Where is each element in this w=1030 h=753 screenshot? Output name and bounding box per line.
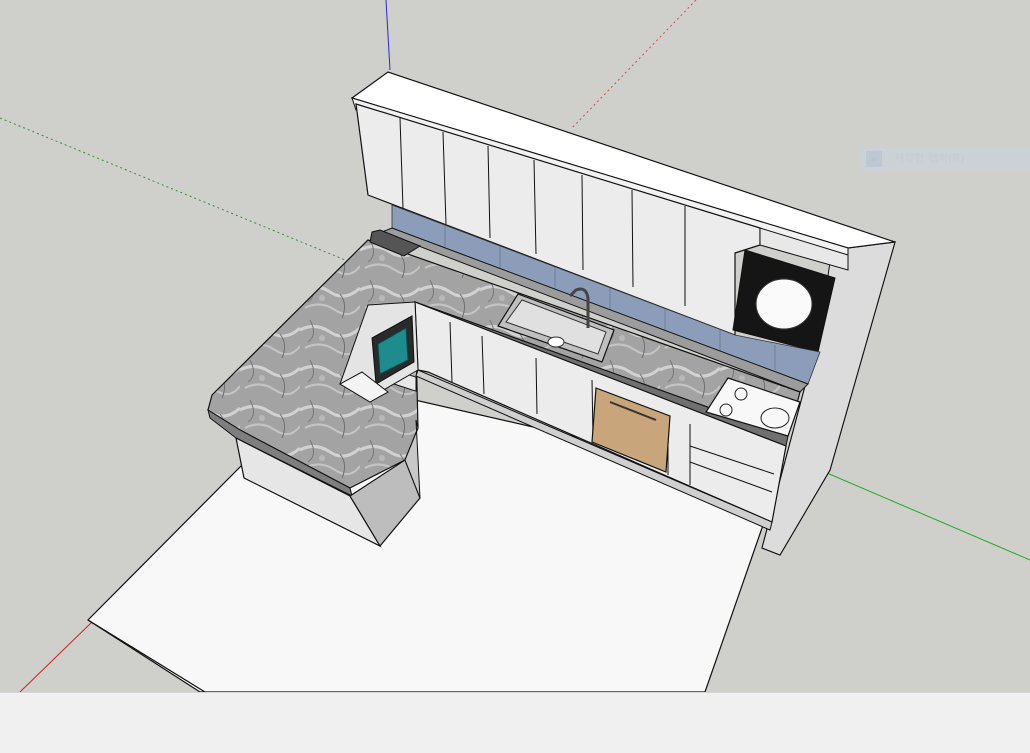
rectangle-capture-icon — [866, 151, 882, 167]
axis-green — [819, 469, 1030, 561]
scene-canvas[interactable] — [0, 0, 1030, 692]
axis-green-dotted — [0, 117, 351, 263]
axis-red — [19, 621, 93, 692]
model-viewport[interactable]: 사각형 캡처(R) — [0, 0, 1030, 692]
axis-red-dotted — [571, 0, 697, 129]
tooltip-label: 사각형 캡처(R) — [894, 152, 965, 165]
axis-blue — [385, 0, 391, 71]
status-bar — [0, 692, 1030, 753]
sink-drain — [547, 336, 565, 348]
hood-vent-circle — [755, 278, 813, 330]
rectangle-capture-tooltip[interactable]: 사각형 캡처(R) — [862, 148, 1030, 170]
